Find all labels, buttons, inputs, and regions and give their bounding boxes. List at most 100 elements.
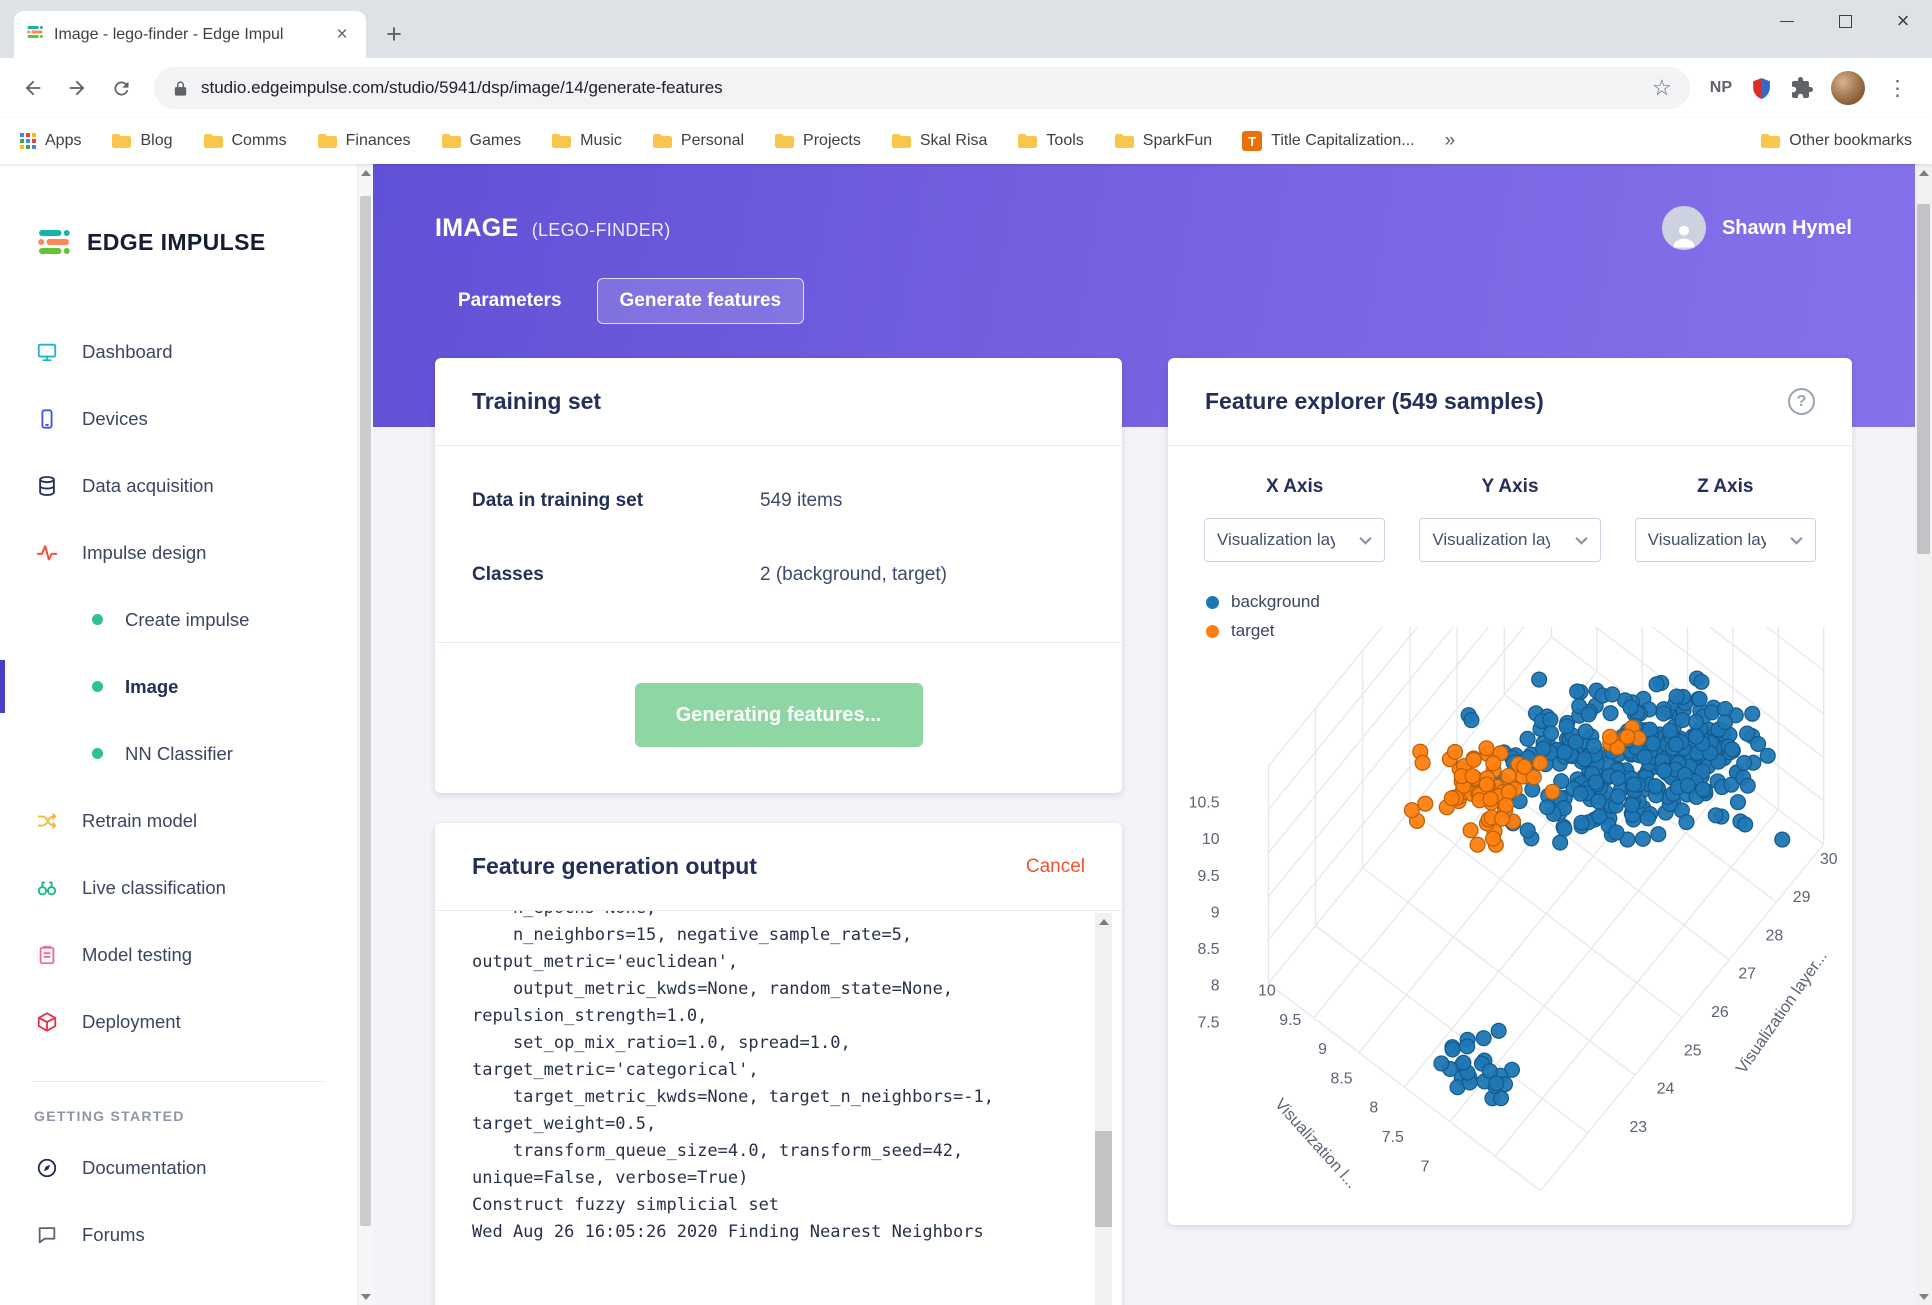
reload-button[interactable]	[100, 67, 142, 109]
bookmark-folder-tools[interactable]: Tools	[1017, 132, 1084, 150]
sidebar-item-retrain-model[interactable]: Retrain model	[0, 787, 357, 854]
sidebar-item-impulse-design[interactable]: Impulse design	[0, 519, 357, 586]
pulse-waveform-icon	[34, 542, 60, 564]
console-line: n_neighbors=15, negative_sample_rate=5,	[472, 925, 913, 945]
bookmark-folder-personal[interactable]: Personal	[652, 132, 744, 150]
bookmark-star-icon[interactable]: ☆	[1652, 77, 1672, 99]
scrollbar-thumb[interactable]	[1917, 204, 1930, 554]
bookmarks-overflow-icon[interactable]: »	[1445, 130, 1456, 152]
console-line: target_metric_kwds=None, target_n_neighb…	[472, 1087, 994, 1107]
bookmark-folder-music[interactable]: Music	[551, 132, 622, 150]
new-tab-button[interactable]: +	[376, 16, 412, 52]
feature-plot-svg[interactable]: 10.5109.598.587.5109.598.587.57302928272…	[1168, 627, 1852, 1225]
sidebar-item-live-classification[interactable]: Live classification	[0, 854, 357, 921]
feature-output-card: Feature generation output Cancel n_epoch…	[435, 823, 1122, 1305]
scatter-plot-3d[interactable]: 10.5 10 9.5 9 8.5 8 7.5 10 9.5 9 8.5 8 7.5 7 30 29 28 27 2…	[1168, 627, 1852, 1225]
page-scrollbar[interactable]	[1915, 164, 1932, 1305]
user-menu[interactable]: Shawn Hymel	[1661, 206, 1852, 250]
edge-impulse-logo[interactable]: EDGE IMPULSE	[0, 164, 357, 260]
x-axis-select[interactable]: Visualization layer	[1204, 518, 1386, 562]
main-content: IMAGE (LEGO-FINDER) Shawn Hymel Paramete…	[373, 164, 1915, 1305]
sidebar-item-model-testing[interactable]: Model testing	[0, 921, 357, 988]
legend-dot-icon	[1206, 624, 1219, 638]
svg-text:28: 28	[1766, 927, 1784, 944]
edge-impulse-favicon-icon	[26, 23, 44, 46]
minimize-icon	[1780, 20, 1794, 22]
sidebar-item-data-acquisition[interactable]: Data acquisition	[0, 452, 357, 519]
tab-close-icon[interactable]: ×	[330, 23, 354, 47]
scrollbar-thumb[interactable]	[1095, 1131, 1112, 1227]
y-axis-select[interactable]: Visualization layer	[1419, 518, 1601, 562]
sidebar-item-nn-classifier[interactable]: NN Classifier	[0, 720, 357, 787]
bookmark-folder-finances[interactable]: Finances	[317, 132, 411, 150]
svg-text:8.5: 8.5	[1331, 1070, 1353, 1087]
console-scrollbar[interactable]	[1095, 913, 1112, 1305]
legend-item-background[interactable]: background	[1206, 592, 1852, 612]
bookmark-folder-games[interactable]: Games	[441, 132, 521, 150]
bookmark-label: Apps	[45, 132, 82, 149]
user-avatar[interactable]	[1661, 206, 1706, 250]
app-window: EDGE IMPULSE Dashboard Devices Data acqu…	[0, 164, 1932, 1305]
chevron-down-icon	[1574, 536, 1588, 545]
scroll-down-arrow-icon[interactable]	[358, 1288, 373, 1305]
window-close-button[interactable]: ×	[1874, 0, 1932, 42]
browser-menu-icon[interactable]: ⋮	[1875, 76, 1920, 101]
sidebar-item-image[interactable]: Image	[0, 653, 357, 720]
back-button[interactable]	[12, 67, 54, 109]
scroll-up-arrow-icon[interactable]	[1915, 164, 1932, 181]
tab-generate-features[interactable]: Generate features	[596, 278, 805, 324]
sidebar-item-label: Retrain model	[82, 809, 198, 831]
page-title-project: (LEGO-FINDER)	[531, 219, 671, 240]
bookmark-folder-projects[interactable]: Projects	[774, 132, 861, 150]
plot-legend[interactable]: background target	[1206, 592, 1852, 641]
clipboard-icon	[34, 944, 60, 966]
sidebar-scrollbar[interactable]	[357, 164, 373, 1305]
generating-features-button[interactable]: Generating features...	[634, 683, 923, 747]
window-maximize-button[interactable]	[1816, 0, 1874, 42]
legend-item-target[interactable]: target	[1206, 621, 1852, 641]
cancel-link[interactable]: Cancel	[1026, 856, 1085, 878]
bookmark-folder-sparkfun[interactable]: SparkFun	[1114, 132, 1212, 150]
bookmark-title-capitalization[interactable]: T Title Capitalization...	[1242, 131, 1415, 151]
other-bookmarks[interactable]: Other bookmarks	[1760, 132, 1912, 150]
bookmark-label: SparkFun	[1142, 132, 1213, 149]
sidebar-item-devices[interactable]: Devices	[0, 385, 357, 452]
sidebar-item-dashboard[interactable]: Dashboard	[0, 318, 357, 385]
bookmark-folder-skal-risa[interactable]: Skal Risa	[891, 132, 987, 150]
tab-parameters[interactable]: Parameters	[435, 278, 585, 324]
bookmark-apps[interactable]: Apps	[20, 132, 81, 150]
console-output[interactable]: n_epochs=None, n_neighbors=15, negative_…	[435, 911, 1122, 1305]
scroll-up-arrow-icon[interactable]	[358, 164, 373, 181]
scroll-up-arrow-icon[interactable]	[1095, 913, 1112, 930]
folder-icon	[317, 134, 337, 148]
bookmark-label: Comms	[231, 132, 287, 149]
scroll-down-arrow-icon[interactable]	[1915, 1288, 1932, 1305]
z-axis-select[interactable]: Visualization layer	[1634, 518, 1816, 562]
url-text[interactable]: studio.edgeimpulse.com/studio/5941/dsp/i…	[201, 78, 1640, 98]
sidebar-item-forums[interactable]: Forums	[0, 1201, 357, 1268]
sidebar-item-create-impulse[interactable]: Create impulse	[0, 586, 357, 653]
forward-button[interactable]	[56, 67, 98, 109]
svg-text:9.5: 9.5	[1279, 1012, 1301, 1029]
sidebar-item-deployment[interactable]: Deployment	[0, 988, 357, 1055]
sidebar-item-documentation[interactable]: Documentation	[0, 1134, 357, 1201]
feature-explorer-title: Feature explorer (549 samples)	[1205, 388, 1544, 414]
help-icon[interactable]: ?	[1788, 388, 1815, 415]
window-minimize-button[interactable]	[1758, 0, 1816, 42]
getting-started-header: GETTING STARTED	[34, 1108, 185, 1124]
omnibox[interactable]: studio.edgeimpulse.com/studio/5941/dsp/i…	[154, 67, 1690, 109]
logo-text: EDGE IMPULSE	[87, 228, 266, 255]
scrollbar-thumb[interactable]	[360, 196, 371, 1226]
browser-profile-avatar[interactable]	[1831, 71, 1865, 105]
svg-text:9: 9	[1211, 904, 1220, 921]
browser-tab[interactable]: Image - lego-finder - Edge Impul ×	[14, 11, 366, 58]
bookmark-folder-comms[interactable]: Comms	[203, 132, 287, 150]
bookmark-folder-blog[interactable]: Blog	[111, 132, 173, 150]
sidebar-item-label: Create impulse	[125, 608, 250, 630]
svg-text:24: 24	[1657, 1081, 1675, 1098]
extension-np-badge[interactable]: NP	[1702, 79, 1740, 97]
status-dot-icon	[92, 681, 103, 692]
extension-shield-icon[interactable]	[1742, 76, 1781, 101]
extensions-puzzle-icon[interactable]	[1783, 76, 1821, 100]
console-line: target_metric='categorical',	[472, 1060, 759, 1080]
